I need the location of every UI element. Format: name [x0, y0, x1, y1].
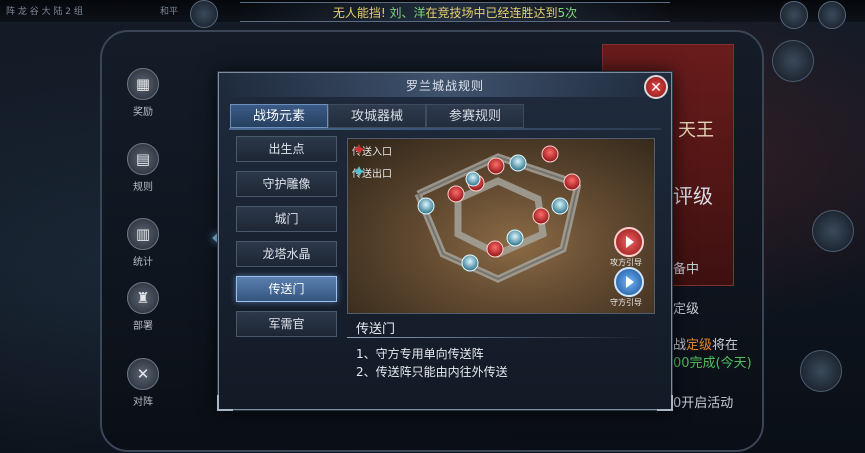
dialog-title: 罗兰城战规则 — [405, 79, 484, 93]
map-illustration — [414, 145, 582, 283]
tab-divider — [229, 128, 661, 130]
tab-entry-rules[interactable]: 参赛规则 — [426, 104, 524, 128]
category-dragon-crystal[interactable]: 龙塔水晶 — [236, 241, 337, 267]
corner-ornament — [217, 395, 233, 411]
right-small-close-icon[interactable] — [772, 40, 814, 82]
complete-time-text: 00完成(今天) — [673, 356, 752, 371]
description-title: 传送门 — [356, 322, 396, 337]
legend-entry: 传送入口 — [352, 143, 392, 158]
menu-item-deploy[interactable]: ♜ 部署 — [118, 282, 168, 332]
play-arrow-icon — [626, 236, 634, 248]
category-city-gate[interactable]: 城门 — [236, 206, 337, 232]
description-line-2: 2、传送阵只能由内往外传送 — [356, 365, 508, 379]
scroll-icon: ▤ — [127, 143, 159, 175]
sword-icon[interactable] — [800, 350, 842, 392]
description-line-1: 1、守方专用单向传送阵 — [356, 347, 484, 361]
corner-ornament — [657, 395, 673, 411]
category-teleport-gate[interactable]: 传送门 — [236, 276, 337, 302]
teleport-map-image: 传送入口 传送出口 攻方引导 守方引导 — [347, 138, 655, 314]
book-icon: ▥ — [127, 218, 159, 250]
king-label: 天王 — [678, 120, 714, 141]
category-spawn-point[interactable]: 出生点 — [236, 136, 337, 162]
crossed-swords-icon: ✕ — [127, 358, 159, 390]
play-arrow-icon — [626, 276, 634, 288]
attack-guide-button[interactable] — [614, 227, 644, 257]
status-label: 备中 — [673, 262, 700, 277]
server-name: 阵 龙 谷 大 陆 2 组 — [6, 7, 83, 17]
defend-guide-label: 守方引导 — [610, 298, 642, 307]
description-divider — [347, 337, 647, 338]
top-avatar-icon[interactable] — [190, 0, 218, 28]
category-quartermaster[interactable]: 军需官 — [236, 311, 337, 337]
right-nav-arrow-icon[interactable] — [812, 210, 854, 252]
menu-label: 对阵 — [133, 397, 153, 408]
level-label: 定级 — [673, 302, 700, 317]
peace-mode-label: 和平 — [160, 7, 179, 17]
menu-label: 规则 — [133, 182, 153, 193]
menu-label: 奖励 — [133, 107, 153, 118]
gift-icon: ▦ — [127, 68, 159, 100]
tower-icon: ♜ — [127, 282, 159, 314]
teleport-exit-icon — [353, 166, 365, 176]
rank-label: 评级 — [673, 184, 713, 208]
menu-label: 统计 — [133, 257, 153, 268]
top-right-shield-icon[interactable] — [780, 1, 808, 29]
menu-item-rules[interactable]: ▤ 规则 — [118, 143, 168, 193]
menu-label: 部署 — [133, 321, 153, 332]
top-right-menu-icon[interactable] — [818, 1, 846, 29]
rules-dialog: 罗兰城战规则 ✕ 战场元素 攻城器械 参赛规则 出生点 守护雕像 城门 龙塔水晶… — [217, 72, 673, 411]
defend-guide-button[interactable] — [614, 267, 644, 297]
tab-siege-weapons[interactable]: 攻城器械 — [328, 104, 426, 128]
category-guardian-statue[interactable]: 守护雕像 — [236, 171, 337, 197]
activity-open-text: 0开启活动 — [673, 396, 734, 411]
close-button[interactable]: ✕ — [644, 75, 668, 99]
menu-item-stats[interactable]: ▥ 统计 — [118, 218, 168, 268]
menu-item-matchup[interactable]: ✕ 对阵 — [118, 358, 168, 408]
menu-item-reward[interactable]: ▦ 奖励 — [118, 68, 168, 118]
announcement-banner: 无人能挡! 刘、洋在竞技场中已经连胜达到5次 — [240, 2, 670, 22]
top-bar: 阵 龙 谷 大 陆 2 组 和平 无人能挡! 刘、洋在竞技场中已经连胜达到5次 — [0, 0, 865, 29]
rank-time-text: 战定级将在 — [673, 338, 739, 353]
legend-exit: 传送出口 — [352, 165, 392, 180]
tab-battlefield-elements[interactable]: 战场元素 — [230, 104, 328, 128]
teleport-entry-icon — [353, 144, 365, 154]
announcement-text: 无人能挡! 刘、洋在竞技场中已经连胜达到5次 — [332, 6, 578, 20]
